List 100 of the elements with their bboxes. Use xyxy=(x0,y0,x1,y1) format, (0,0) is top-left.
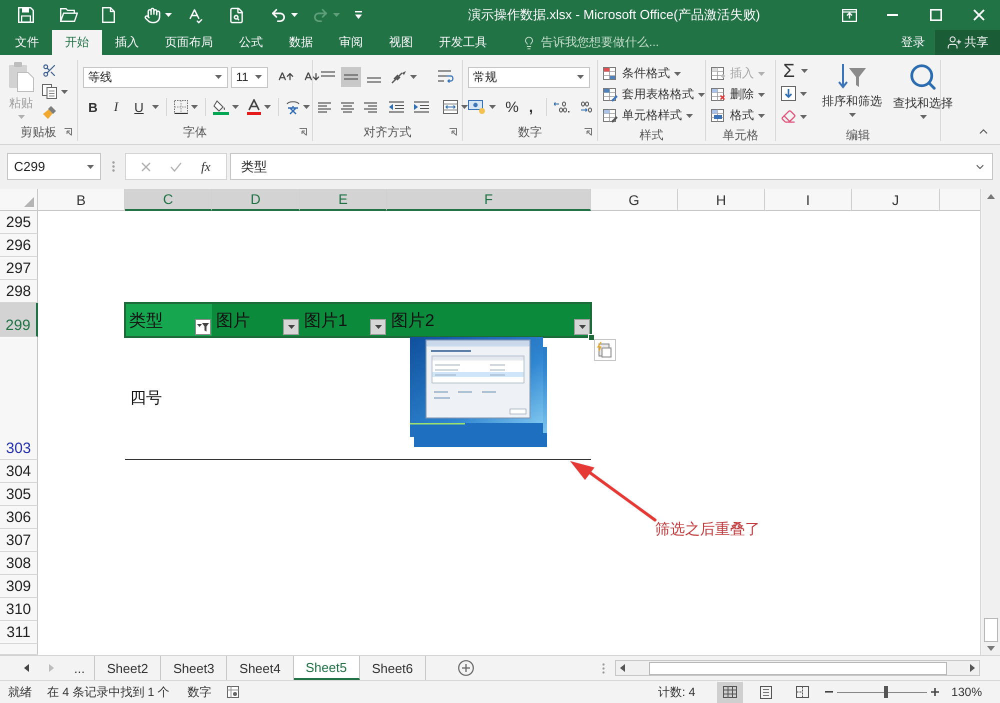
table-header-cell[interactable]: 图片2 xyxy=(387,303,591,337)
caret-icon[interactable] xyxy=(232,105,239,109)
column-header[interactable]: I xyxy=(765,189,852,211)
document-icon[interactable] xyxy=(102,7,115,23)
row-header[interactable]: 308 xyxy=(0,552,38,575)
caret-icon[interactable] xyxy=(461,105,468,109)
fill-color-icon[interactable] xyxy=(213,99,229,115)
caret-icon[interactable] xyxy=(303,105,310,109)
more-sheets-button[interactable]: ... xyxy=(74,660,85,676)
row-header[interactable]: 304 xyxy=(0,460,38,483)
caret-icon[interactable] xyxy=(801,68,808,72)
zoom-level-button[interactable]: 130% xyxy=(951,685,982,699)
paste-options-icon[interactable] xyxy=(594,339,616,361)
font-color-icon[interactable] xyxy=(247,99,261,115)
align-left-icon[interactable] xyxy=(318,102,331,112)
accounting-format-icon[interactable] xyxy=(468,100,486,114)
phonetic-guide-icon[interactable] xyxy=(286,100,300,114)
bold-button[interactable]: B xyxy=(83,97,103,117)
fill-down-icon[interactable] xyxy=(781,86,796,101)
customize-icon[interactable] xyxy=(354,11,363,19)
conditional-formatting-button[interactable]: 条件格式 xyxy=(603,63,705,84)
column-header[interactable]: C xyxy=(125,189,212,211)
table-header-cell[interactable]: 图片1 xyxy=(300,303,387,337)
formula-field[interactable]: 类型 xyxy=(230,153,993,180)
filter-button[interactable] xyxy=(370,319,386,335)
column-header[interactable]: D xyxy=(212,189,300,211)
table-header-cell[interactable]: 图片 xyxy=(212,303,300,337)
column-header[interactable]: H xyxy=(678,189,765,211)
row-header[interactable]: 303 xyxy=(0,337,38,460)
caret-icon[interactable] xyxy=(165,13,172,17)
column-header[interactable]: F xyxy=(387,189,591,211)
tell-me-field[interactable]: 告诉我您想要做什么... xyxy=(541,34,660,51)
ribbon-tab[interactable]: 开发工具 xyxy=(426,30,500,55)
caret-icon[interactable] xyxy=(61,90,68,94)
caret-icon[interactable] xyxy=(489,105,496,109)
splitter-icon[interactable] xyxy=(602,662,605,674)
format-as-table-button[interactable]: 套用表格格式 xyxy=(603,84,705,105)
format-painter-icon[interactable] xyxy=(42,105,57,120)
dialog-launcher-icon[interactable] xyxy=(449,128,457,136)
row-header[interactable]: 309 xyxy=(0,575,38,598)
row-header[interactable]: 299 xyxy=(0,303,38,337)
macro-record-icon[interactable] xyxy=(226,686,239,698)
document-search-icon[interactable] xyxy=(228,6,245,24)
zoom-in-icon[interactable] xyxy=(931,688,940,696)
normal-view-button[interactable] xyxy=(717,682,744,702)
ribbon-tab[interactable]: 开始 xyxy=(52,30,102,55)
maximize-icon[interactable] xyxy=(930,9,942,21)
scrollbar-thumb[interactable] xyxy=(984,618,998,642)
column-header[interactable]: E xyxy=(300,189,387,211)
row-header[interactable]: 307 xyxy=(0,529,38,552)
horizontal-scrollbar[interactable] xyxy=(615,660,980,676)
row-header[interactable]: 298 xyxy=(0,280,38,303)
ribbon-tab[interactable]: 页面布局 xyxy=(152,30,226,55)
ribbon-tab[interactable]: 文件 xyxy=(2,30,52,55)
align-middle-button[interactable] xyxy=(341,67,361,87)
ribbon-display-icon[interactable] xyxy=(842,8,857,22)
row-header[interactable]: 297 xyxy=(0,257,38,280)
caret-icon[interactable] xyxy=(87,164,94,168)
increase-indent-icon[interactable] xyxy=(414,101,429,113)
dialog-launcher-icon[interactable] xyxy=(299,128,307,136)
scroll-left-icon[interactable] xyxy=(24,664,29,672)
font-size-field[interactable]: 11 xyxy=(231,66,268,88)
name-box[interactable]: C299 xyxy=(7,153,101,180)
folder-icon[interactable] xyxy=(60,8,78,22)
check-icon[interactable] xyxy=(170,162,182,172)
row-header[interactable]: 295 xyxy=(0,211,38,234)
merge-cells-icon[interactable] xyxy=(443,100,458,114)
caret-icon[interactable] xyxy=(255,75,262,79)
caret-icon[interactable] xyxy=(800,114,807,118)
number-format-field[interactable]: 常规 xyxy=(468,66,590,88)
text-orientation-icon[interactable] xyxy=(391,70,407,84)
ribbon-tab[interactable]: 公式 xyxy=(226,30,276,55)
sign-in-link[interactable]: 登录 xyxy=(891,30,935,55)
ribbon-tab[interactable]: 插入 xyxy=(102,30,152,55)
cell-styles-button[interactable]: 单元格样式 xyxy=(603,105,705,126)
caret-icon[interactable] xyxy=(152,105,159,109)
scroll-left-icon[interactable] xyxy=(620,664,625,672)
save-icon[interactable] xyxy=(18,7,34,23)
hand-icon[interactable] xyxy=(144,6,161,24)
share-button[interactable]: 共享 xyxy=(935,30,1000,55)
filter-button[interactable] xyxy=(283,319,299,335)
table-header-cell[interactable]: 类型 xyxy=(125,303,212,337)
caret-icon[interactable] xyxy=(264,105,271,109)
wrap-text-icon[interactable] xyxy=(438,70,454,84)
delete-cells-button[interactable]: 删除 xyxy=(711,84,765,105)
copy-icon[interactable] xyxy=(42,84,57,99)
caret-icon[interactable] xyxy=(800,92,807,96)
column-header[interactable]: J xyxy=(852,189,940,211)
comma-style-button[interactable]: , xyxy=(523,97,539,117)
row-header[interactable]: 311 xyxy=(0,621,38,644)
ribbon-tab[interactable]: 视图 xyxy=(376,30,426,55)
increase-decimal-icon[interactable] xyxy=(554,101,570,113)
caret-icon[interactable] xyxy=(577,75,584,79)
dialog-launcher-icon[interactable] xyxy=(64,128,72,136)
font-name-field[interactable]: 等线 xyxy=(83,66,228,88)
underline-button[interactable]: U xyxy=(129,97,149,117)
autosum-button[interactable]: Σ xyxy=(781,60,797,80)
eraser-icon[interactable] xyxy=(781,109,796,124)
zoom-slider-thumb[interactable] xyxy=(884,686,888,698)
scroll-up-icon[interactable] xyxy=(986,194,994,199)
